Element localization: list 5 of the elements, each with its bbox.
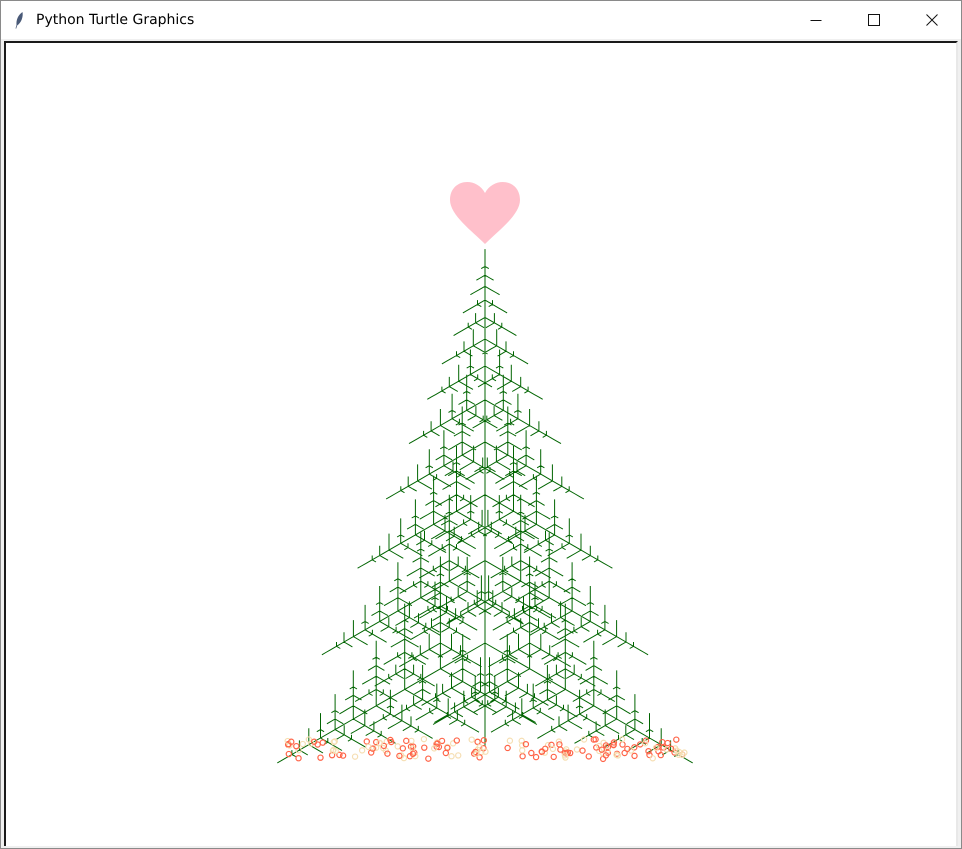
- heart-drawing: [450, 182, 520, 244]
- close-icon: [926, 14, 938, 26]
- window-title: Python Turtle Graphics: [36, 12, 194, 28]
- feather-icon: [14, 11, 24, 29]
- maximize-icon: [868, 14, 880, 26]
